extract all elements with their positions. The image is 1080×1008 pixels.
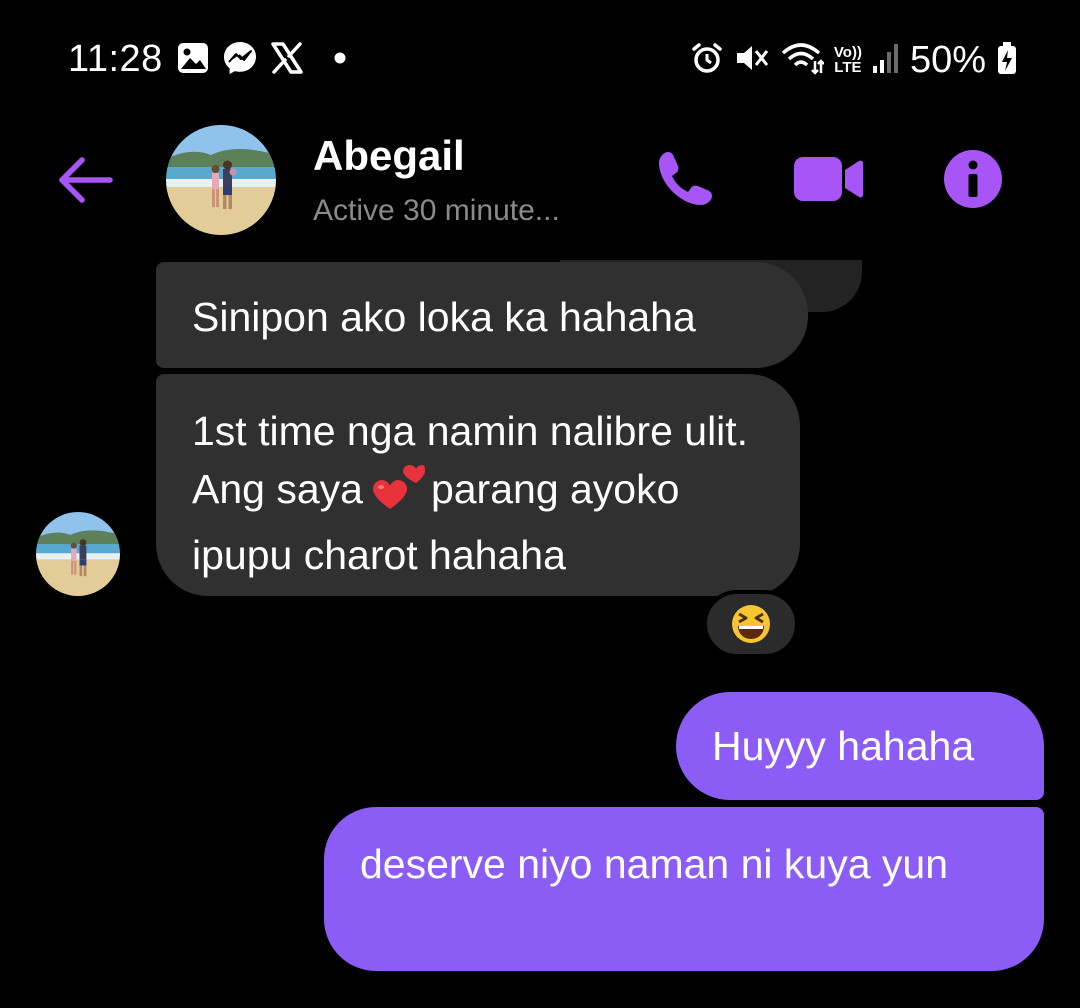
- status-time: 11:28: [68, 38, 163, 80]
- chat-header: Abegail Active 30 minute...: [0, 120, 1080, 260]
- beach-photo-avatar: [36, 512, 120, 596]
- lte-label: LTE: [834, 59, 862, 76]
- mute-icon: [734, 41, 770, 80]
- audio-call-button[interactable]: [650, 146, 720, 212]
- message-text: deserve niyo naman ni kuya yun: [360, 841, 949, 887]
- vo-label: Vo)): [833, 44, 862, 61]
- battery-percent: 50%: [909, 38, 986, 81]
- message-list[interactable]: Sinipon ako loka ka hahaha 1st time nga …: [0, 260, 1080, 1008]
- signal-icon: [872, 42, 900, 79]
- two-hearts-emoji: [369, 465, 425, 526]
- video-call-button[interactable]: [790, 146, 866, 212]
- back-button[interactable]: [50, 148, 120, 212]
- messenger-chat-screen: 11:28 Vo)) LTE 50% Abegail Active 30 min…: [0, 0, 1080, 1008]
- system-icons: Vo)) LTE 50%: [690, 38, 1018, 82]
- outgoing-message-bubble[interactable]: deserve niyo naman ni kuya yun: [324, 807, 1044, 971]
- video-camera-icon: [794, 157, 863, 201]
- sender-avatar[interactable]: [36, 512, 120, 596]
- dot-icon: [334, 51, 346, 69]
- outgoing-message-bubble[interactable]: Huyyy hahaha: [676, 692, 1044, 800]
- beach-photo-avatar: [166, 125, 276, 235]
- phone-icon: [659, 152, 712, 205]
- x-icon: [270, 41, 304, 80]
- contact-name[interactable]: Abegail: [313, 132, 465, 180]
- gallery-icon: [176, 41, 210, 80]
- status-bar: 11:28 Vo)) LTE 50%: [0, 0, 1080, 120]
- grinning-squinting-face-emoji: [732, 605, 770, 643]
- alarm-icon: [690, 41, 724, 80]
- message-text: Sinipon ako loka ka hahaha: [192, 294, 696, 340]
- info-icon: [944, 150, 1002, 208]
- wifi-icon: [780, 41, 825, 80]
- conversation-info-button[interactable]: [940, 146, 1006, 212]
- message-text: Huyyy hahaha: [712, 723, 975, 769]
- message-reaction[interactable]: [703, 590, 799, 658]
- incoming-message-bubble[interactable]: 1st time nga namin nalibre ulit. Ang say…: [156, 374, 800, 596]
- notification-icons: [176, 40, 346, 80]
- back-arrow-icon: [59, 157, 113, 203]
- volte-indicator: Vo)) LTE: [834, 45, 862, 75]
- contact-avatar[interactable]: [166, 125, 276, 235]
- contact-active-status: Active 30 minute...: [313, 194, 560, 227]
- messenger-icon: [222, 40, 258, 81]
- incoming-message-bubble[interactable]: Sinipon ako loka ka hahaha: [156, 262, 808, 368]
- battery-charging-icon: [996, 41, 1018, 80]
